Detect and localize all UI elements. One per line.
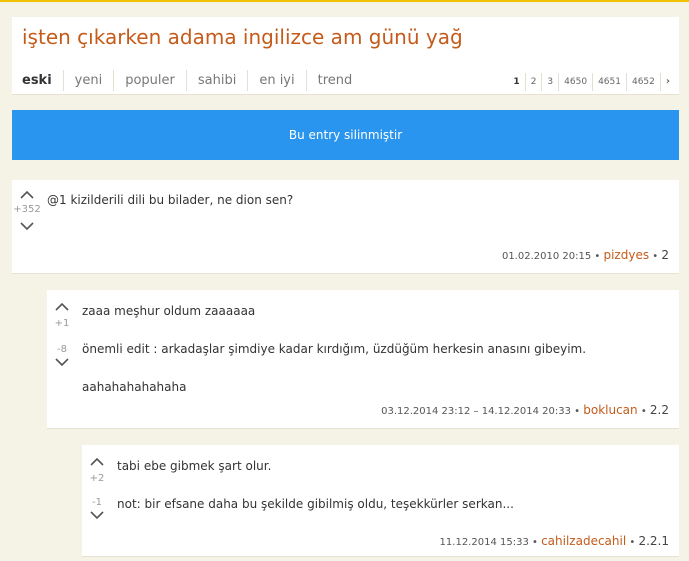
downvote-count: -8	[57, 344, 67, 355]
entry-content: @1 kizilderili dili bu bilader, ne dion …	[47, 192, 293, 208]
entry-meta: 03.12.2014 23:12 – 14.12.2014 20:33 • bo…	[381, 403, 669, 417]
tab-yeni[interactable]: yeni	[64, 70, 115, 91]
tab-en-iyi[interactable]: en iyi	[248, 70, 307, 91]
upvote-icon[interactable]	[55, 302, 69, 311]
vote-column: +2 -1	[82, 457, 112, 520]
entry-card: +1 -8 zaaa meşhur oldum zaaaaaa önemli e…	[47, 290, 679, 429]
upvote-count: +1	[54, 318, 70, 329]
entry-author[interactable]: pizdyes	[603, 248, 649, 262]
entry-content: tabi ebe gibmek şart olur. not: bir efsa…	[117, 458, 514, 512]
entry-date[interactable]: 11.12.2014 15:33	[440, 537, 529, 548]
upvote-icon[interactable]	[20, 190, 34, 199]
entry-ref[interactable]: 2	[661, 248, 669, 262]
vote-column: +352	[12, 190, 42, 231]
upvote-count: +352	[13, 204, 41, 215]
entry-content: zaaa meşhur oldum zaaaaaa önemli edit : …	[82, 303, 586, 395]
entry-ref[interactable]: 2.2	[650, 403, 669, 417]
entry-text: aahahahahahaha	[82, 380, 187, 394]
entry-meta: 11.12.2014 15:33 • cahilzadecahil • 2.2.…	[439, 534, 669, 548]
topic-title[interactable]: işten çıkarken adama ingilizce am günü y…	[22, 25, 463, 49]
pagination: 1 2 3 4650 4651 4652 ›	[508, 73, 675, 91]
tab-eski[interactable]: eski	[12, 70, 64, 91]
upvote-icon[interactable]	[90, 457, 104, 466]
entry-text: zaaa meşhur oldum zaaaaaa	[82, 304, 256, 318]
vote-column: +1 -8	[47, 302, 77, 367]
downvote-icon[interactable]	[20, 222, 34, 231]
upvote-count: +2	[89, 473, 105, 484]
entry-author[interactable]: cahilzadecahil	[541, 534, 626, 548]
entry-date[interactable]: 01.02.2010 20:15	[502, 251, 591, 262]
entry-ref[interactable]: 2.2.1	[638, 534, 669, 548]
next-page-icon[interactable]: ›	[659, 73, 675, 91]
page-1[interactable]: 1	[508, 73, 524, 91]
downvote-icon[interactable]	[90, 511, 104, 520]
entry-date[interactable]: 03.12.2014 23:12 – 14.12.2014 20:33	[381, 406, 571, 417]
page-3[interactable]: 3	[541, 73, 558, 91]
entry-text: @1 kizilderili dili bu bilader, ne dion …	[47, 193, 294, 207]
entry-card: +2 -1 tabi ebe gibmek şart olur. not: bi…	[82, 445, 679, 557]
entry-text: not: bir efsane daha bu şekilde gibilmiş…	[117, 497, 514, 511]
page-4652[interactable]: 4652	[625, 73, 660, 91]
page-4651[interactable]: 4651	[592, 73, 626, 91]
tab-sahibi[interactable]: sahibi	[187, 70, 249, 91]
downvote-count: -1	[92, 497, 102, 508]
entry-text: tabi ebe gibmek şart olur.	[117, 459, 272, 473]
tab-trend[interactable]: trend	[307, 70, 364, 91]
deleted-entry-banner: Bu entry silinmiştir	[12, 110, 679, 160]
sort-tabs: eski yeni populer sahibi en iyi trend	[12, 70, 363, 91]
tab-populer[interactable]: populer	[114, 70, 187, 91]
page-2[interactable]: 2	[524, 73, 542, 91]
entry-meta: 01.02.2010 20:15 • pizdyes • 2	[501, 248, 669, 262]
entry-card: +352 @1 kizilderili dili bu bilader, ne …	[12, 180, 679, 274]
page-4650[interactable]: 4650	[558, 73, 592, 91]
entry-author[interactable]: boklucan	[583, 403, 637, 417]
topic-header: işten çıkarken adama ingilizce am günü y…	[12, 17, 679, 95]
entry-text: önemli edit : arkadaşlar şimdiye kadar k…	[82, 342, 587, 356]
downvote-icon[interactable]	[55, 358, 69, 367]
